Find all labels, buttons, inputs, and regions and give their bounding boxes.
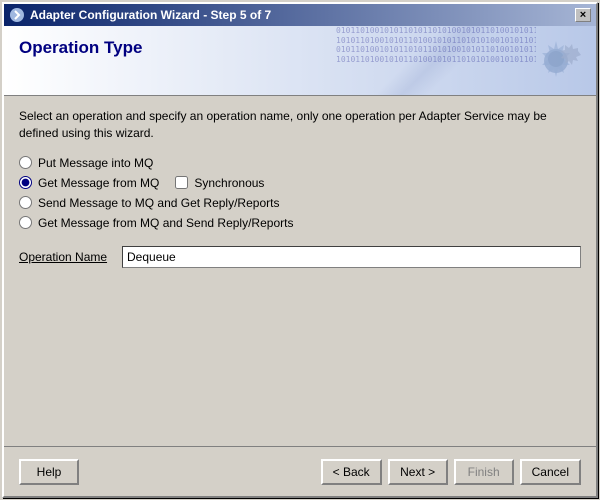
radio-get-send-reply[interactable] bbox=[19, 216, 32, 229]
radio-send-get-reply-label[interactable]: Send Message to MQ and Get Reply/Reports bbox=[38, 196, 279, 210]
back-button[interactable]: < Back bbox=[321, 459, 382, 485]
finish-button: Finish bbox=[454, 459, 514, 485]
footer-panel: Help < Back Next > Finish Cancel bbox=[4, 446, 596, 496]
radio-row-4: Get Message from MQ and Send Reply/Repor… bbox=[19, 216, 581, 230]
next-button[interactable]: Next > bbox=[388, 459, 448, 485]
footer-right: < Back Next > Finish Cancel bbox=[321, 459, 581, 485]
title-bar: Adapter Configuration Wizard - Step 5 of… bbox=[4, 4, 596, 26]
content-area: Operation Type 0101101001010110101101010… bbox=[4, 26, 596, 496]
operation-name-label: Operation Name bbox=[19, 250, 114, 264]
synchronous-label[interactable]: Synchronous bbox=[194, 176, 264, 190]
radio-group: Put Message into MQ Get Message from MQ … bbox=[19, 156, 581, 230]
title-icon bbox=[9, 7, 25, 23]
radio-row-3: Send Message to MQ and Get Reply/Reports bbox=[19, 196, 581, 210]
radio-put-message-label[interactable]: Put Message into MQ bbox=[38, 156, 153, 170]
operation-name-input[interactable] bbox=[122, 246, 581, 268]
synchronous-checkbox[interactable] bbox=[175, 176, 188, 189]
wizard-window: Adapter Configuration Wizard - Step 5 of… bbox=[2, 2, 598, 498]
radio-send-get-reply[interactable] bbox=[19, 196, 32, 209]
description-text: Select an operation and specify an opera… bbox=[19, 108, 581, 142]
title-bar-left: Adapter Configuration Wizard - Step 5 of… bbox=[9, 7, 271, 23]
decorative-bg: 0101101001010110101101010010101101001010… bbox=[336, 26, 536, 95]
gear-icon bbox=[526, 31, 586, 91]
radio-get-message[interactable] bbox=[19, 176, 32, 189]
body-panel: Select an operation and specify an opera… bbox=[4, 96, 596, 446]
radio-get-message-label[interactable]: Get Message from MQ bbox=[38, 176, 159, 190]
cancel-button[interactable]: Cancel bbox=[520, 459, 581, 485]
radio-row-1: Put Message into MQ bbox=[19, 156, 581, 170]
footer-left: Help bbox=[19, 459, 79, 485]
operation-name-row: Operation Name bbox=[19, 246, 581, 268]
header-panel: Operation Type 0101101001010110101101010… bbox=[4, 26, 596, 96]
radio-put-message[interactable] bbox=[19, 156, 32, 169]
close-button[interactable]: × bbox=[575, 8, 591, 22]
title-text: Adapter Configuration Wizard - Step 5 of… bbox=[30, 8, 271, 22]
help-button[interactable]: Help bbox=[19, 459, 79, 485]
radio-row-2: Get Message from MQ Synchronous bbox=[19, 176, 581, 190]
radio-get-send-reply-label[interactable]: Get Message from MQ and Send Reply/Repor… bbox=[38, 216, 293, 230]
